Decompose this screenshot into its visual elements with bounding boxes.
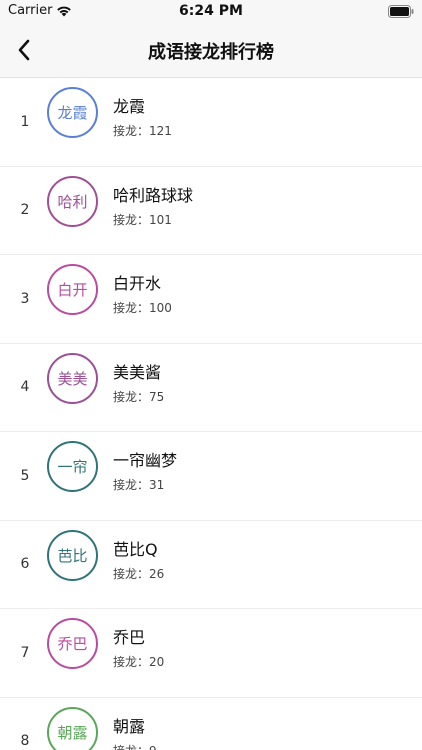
rank-number: 8 xyxy=(20,733,30,750)
avatar: 乔巴 xyxy=(47,618,98,669)
player-name: 美美酱 xyxy=(113,362,162,382)
avatar: 一帘 xyxy=(47,441,98,492)
rank-number: 6 xyxy=(20,556,30,573)
avatar: 哈利 xyxy=(47,175,98,227)
player-name: 乔巴 xyxy=(113,628,146,647)
leaderboard-row[interactable]: 6 芭比 芭比Q 接龙：26 xyxy=(0,520,422,609)
battery-icon xyxy=(388,5,414,18)
leaderboard-row[interactable]: 3 白开 白开水 接龙：100 xyxy=(0,255,422,344)
status-bar: Carrier 6:24 PM xyxy=(0,0,422,24)
leaderboard-list[interactable]: 1 龙霞 龙霞 接龙：121 2 哈利 哈利路球球 接龙：101 3 白开 白开… xyxy=(0,78,422,750)
score-text: 接龙：100 xyxy=(113,301,172,315)
leaderboard-row[interactable]: 2 哈利 哈利路球球 接龙：101 xyxy=(0,166,422,255)
leaderboard-row[interactable]: 8 朝露 朝露 接龙：9 xyxy=(0,697,422,750)
player-name: 龙霞 xyxy=(113,97,146,116)
score-text: 接龙：20 xyxy=(113,655,165,669)
player-name: 朝露 xyxy=(113,716,146,736)
score-text: 接龙：75 xyxy=(113,389,165,404)
avatar: 芭比 xyxy=(47,529,98,581)
page-title: 成语接龙排行榜 xyxy=(148,42,274,63)
score-text: 接龙：26 xyxy=(113,566,165,581)
rank-number: 4 xyxy=(20,379,30,396)
avatar: 龙霞 xyxy=(47,87,98,138)
score-text: 接龙：121 xyxy=(113,124,172,138)
player-name: 芭比Q xyxy=(113,539,158,559)
avatar: 白开 xyxy=(47,264,98,315)
rank-number: 3 xyxy=(20,290,30,307)
navigation-bar: 成语接龙排行榜 xyxy=(0,24,422,78)
score-text: 接龙：9 xyxy=(113,742,157,750)
rank-number: 7 xyxy=(20,644,30,661)
leaderboard-row[interactable]: 1 龙霞 龙霞 接龙：121 xyxy=(0,78,422,167)
score-text: 接龙：101 xyxy=(113,212,172,227)
rank-number: 5 xyxy=(20,467,30,484)
avatar: 朝露 xyxy=(47,706,98,750)
rank-number: 2 xyxy=(20,202,30,219)
avatar: 美美 xyxy=(47,352,98,404)
player-name: 白开水 xyxy=(113,274,162,293)
status-time: 6:24 PM xyxy=(179,3,243,19)
score-text: 接龙：31 xyxy=(113,478,165,492)
rank-number: 1 xyxy=(20,113,30,130)
leaderboard-row[interactable]: 7 乔巴 乔巴 接龙：20 xyxy=(0,609,422,698)
leaderboard-row[interactable]: 5 一帘 一帘幽梦 接龙：31 xyxy=(0,432,422,521)
leaderboard-row[interactable]: 4 美美 美美酱 接龙：75 xyxy=(0,343,422,432)
player-name: 一帘幽梦 xyxy=(113,451,178,470)
player-name: 哈利路球球 xyxy=(113,185,194,205)
